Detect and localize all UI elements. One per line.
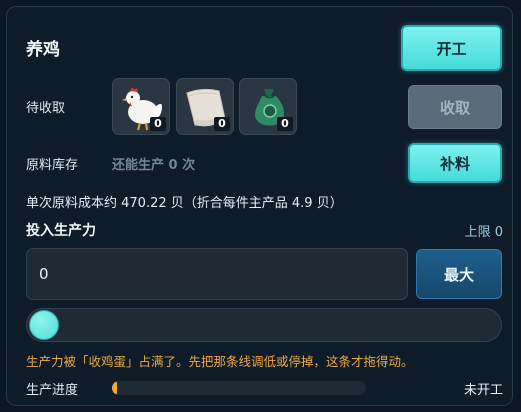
page-title: 养鸡: [26, 40, 60, 60]
remaining-runs: 还能生产 0 次: [112, 158, 196, 173]
start-button[interactable]: 开工: [401, 25, 502, 71]
cost-summary: 单次原料成本约 470.22 贝（折合每件主产品 4.9 贝）: [26, 196, 343, 211]
pending-item-chicken[interactable]: 0: [112, 78, 170, 135]
collect-button[interactable]: 收取: [408, 85, 502, 129]
limit-label: 上限 0: [464, 225, 503, 240]
slider-handle[interactable]: [29, 310, 59, 340]
productivity-input[interactable]: [26, 248, 408, 300]
stock-label: 原料库存: [26, 158, 79, 173]
item-count: 0: [277, 117, 293, 131]
progress-status: 未开工: [463, 383, 503, 398]
pending-item-money-bag[interactable]: 0: [239, 78, 297, 135]
productivity-slider[interactable]: [26, 308, 502, 342]
warning-message: 生产力被「收鸡蛋」占满了。先把那条线调低或停掉，这条才拖得动。: [26, 354, 414, 369]
input-section-title: 投入生产力: [26, 223, 96, 239]
item-count: 0: [150, 117, 166, 131]
max-button[interactable]: 最大: [416, 249, 502, 299]
item-count: 0: [214, 117, 230, 131]
pending-item-paper[interactable]: 0: [176, 78, 234, 135]
progress-bar: [112, 381, 366, 395]
refill-button[interactable]: 补料: [408, 143, 502, 183]
pending-label: 待收取: [26, 101, 66, 116]
progress-label: 生产进度: [26, 383, 79, 398]
